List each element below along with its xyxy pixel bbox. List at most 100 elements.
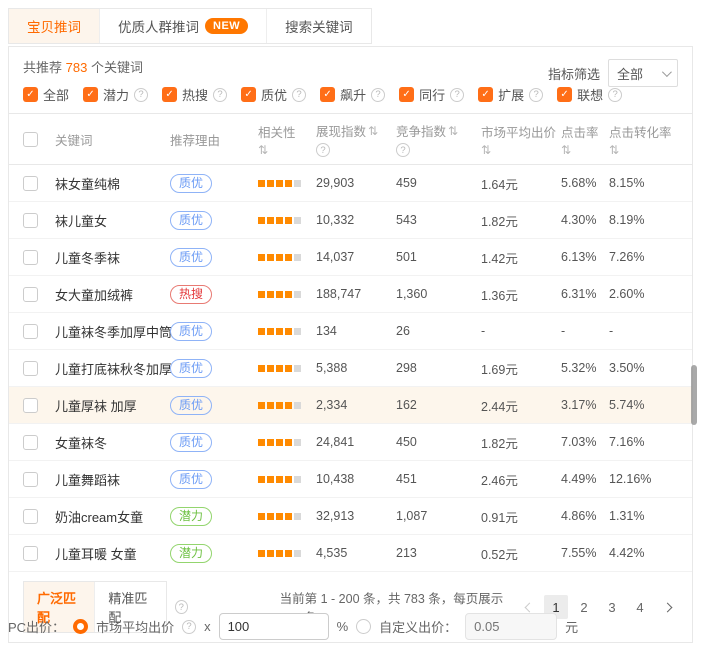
custom-price-radio[interactable] [356,619,371,634]
ctr-cell: 5.32% [561,361,609,375]
relevance-bars [258,217,301,224]
cvr-cell: - [609,324,689,338]
row-checkbox[interactable] [23,546,38,561]
col-impression: 展现指数 [316,121,366,140]
custom-price-input[interactable] [465,613,557,640]
filter-checkbox-item[interactable]: 飙升 ? [320,85,385,104]
filter-checkbox-item[interactable]: 潜力 ? [83,85,148,104]
help-icon[interactable]: ? [450,88,464,102]
reason-tag: 质优 [170,248,212,267]
filter-label: 热搜 [182,85,208,104]
page-button[interactable]: 4 [628,595,652,619]
competition-cell: 1,087 [396,509,481,523]
sort-icon[interactable]: ⇅ [481,144,491,156]
yuan-unit: 元 [565,617,578,636]
ctr-cell: 5.68% [561,176,609,190]
keyword-cell: 儿童冬季袜 [55,248,170,267]
help-icon[interactable]: ? [134,88,148,102]
help-icon[interactable]: ? [182,620,196,634]
ctr-cell: 7.55% [561,546,609,560]
checkbox-checked-icon[interactable] [478,87,493,102]
table-row[interactable]: 袜女童纯棉 质优 29,903 459 1.64元 5.68% 8.15% [9,165,692,202]
checkbox-checked-icon[interactable] [320,87,335,102]
row-checkbox[interactable] [23,324,38,339]
filter-checkbox-item[interactable]: 扩展 ? [478,85,543,104]
competition-cell: 26 [396,324,481,338]
sort-icon[interactable]: ⇅ [561,144,571,156]
next-page-button[interactable] [656,595,678,619]
help-icon[interactable]: ? [175,600,188,614]
select-all-checkbox[interactable] [23,132,38,147]
sort-icon[interactable]: ⇅ [609,144,619,156]
keyword-cell: 女童袜冬 [55,433,170,452]
ctr-cell: - [561,324,609,338]
keyword-cell: 儿童袜冬季加厚中筒 [55,322,170,341]
cvr-cell: 7.26% [609,250,689,264]
table-row[interactable]: 儿童打底袜秋冬加厚 质优 5,388 298 1.69元 5.32% 3.50% [9,350,692,387]
sort-icon[interactable]: ⇅ [448,125,458,137]
tab-search-keywords[interactable]: 搜索关键词 [266,9,371,43]
filter-checkbox-item[interactable]: 联想 ? [557,85,622,104]
filter-checkbox-item[interactable]: 全部 [23,85,69,104]
ctr-cell: 4.30% [561,213,609,227]
table-row[interactable]: 奶油cream女童 潜力 32,913 1,087 0.91元 4.86% 1.… [9,498,692,535]
checkbox-checked-icon[interactable] [23,87,38,102]
summary-prefix: 共推荐 [23,60,62,75]
row-checkbox[interactable] [23,435,38,450]
help-icon[interactable]: ? [292,88,306,102]
col-ctr: 点击率 [561,122,599,141]
metric-filter-select[interactable]: 全部 [608,59,678,87]
table-row[interactable]: 女大童加绒裤 热搜 188,747 1,360 1.36元 6.31% 2.60… [9,276,692,313]
tab-crowd-keywords[interactable]: 优质人群推词 NEW [99,9,266,43]
help-icon[interactable]: ? [529,88,543,102]
table-row[interactable]: 儿童厚袜 加厚 质优 2,334 162 2.44元 3.17% 5.74% [9,387,692,424]
table-body: 袜女童纯棉 质优 29,903 459 1.64元 5.68% 8.15% 袜儿… [9,165,692,572]
row-checkbox[interactable] [23,176,38,191]
row-checkbox[interactable] [23,398,38,413]
impression-cell: 5,388 [316,361,396,375]
sort-icon[interactable]: ⇅ [258,144,268,156]
table-row[interactable]: 儿童袜冬季加厚中筒 质优 134 26 - - - [9,313,692,350]
row-checkbox[interactable] [23,509,38,524]
row-checkbox[interactable] [23,250,38,265]
row-checkbox[interactable] [23,472,38,487]
sort-icon[interactable]: ⇅ [368,125,378,137]
help-icon[interactable]: ? [213,88,227,102]
percent-input[interactable] [219,613,329,640]
checkbox-checked-icon[interactable] [241,87,256,102]
filter-checkbox-item[interactable]: 热搜 ? [162,85,227,104]
help-icon[interactable]: ? [316,143,330,157]
table-row[interactable]: 女童袜冬 质优 24,841 450 1.82元 7.03% 7.16% [9,424,692,461]
keyword-count: 783 [66,60,88,75]
help-icon[interactable]: ? [396,143,410,157]
filter-checkbox-item[interactable]: 同行 ? [399,85,464,104]
percent-sign: % [337,619,349,634]
reason-tag: 质优 [170,322,212,341]
table-row[interactable]: 儿童冬季袜 质优 14,037 501 1.42元 6.13% 7.26% [9,239,692,276]
filter-label: 质优 [261,85,287,104]
help-icon[interactable]: ? [371,88,385,102]
table-row[interactable]: 袜儿童女 质优 10,332 543 1.82元 4.30% 8.19% [9,202,692,239]
vertical-scrollbar-thumb[interactable] [691,365,697,425]
filter-label: 潜力 [103,85,129,104]
tab-item-keywords[interactable]: 宝贝推词 [9,9,99,43]
row-checkbox[interactable] [23,213,38,228]
table-row[interactable]: 儿童舞蹈袜 质优 10,438 451 2.46元 4.49% 12.16% [9,461,692,498]
market-price-label: 市场平均出价 [96,617,174,636]
filter-area: 共推荐 783 个关键词 全部 潜力 ? 热搜 [9,47,692,113]
relevance-bars [258,254,301,261]
checkbox-checked-icon[interactable] [83,87,98,102]
pc-bid-label: PC出价： [8,617,65,636]
help-icon[interactable]: ? [608,88,622,102]
custom-price-label: 自定义出价： [379,617,457,636]
filter-checkbox-item[interactable]: 质优 ? [241,85,306,104]
row-checkbox[interactable] [23,287,38,302]
ctr-cell: 6.31% [561,287,609,301]
checkbox-checked-icon[interactable] [557,87,572,102]
page-button[interactable]: 3 [600,595,624,619]
market-price-radio[interactable] [73,619,88,634]
table-row[interactable]: 儿童耳暖 女童 潜力 4,535 213 0.52元 7.55% 4.42% [9,535,692,572]
row-checkbox[interactable] [23,361,38,376]
checkbox-checked-icon[interactable] [399,87,414,102]
checkbox-checked-icon[interactable] [162,87,177,102]
